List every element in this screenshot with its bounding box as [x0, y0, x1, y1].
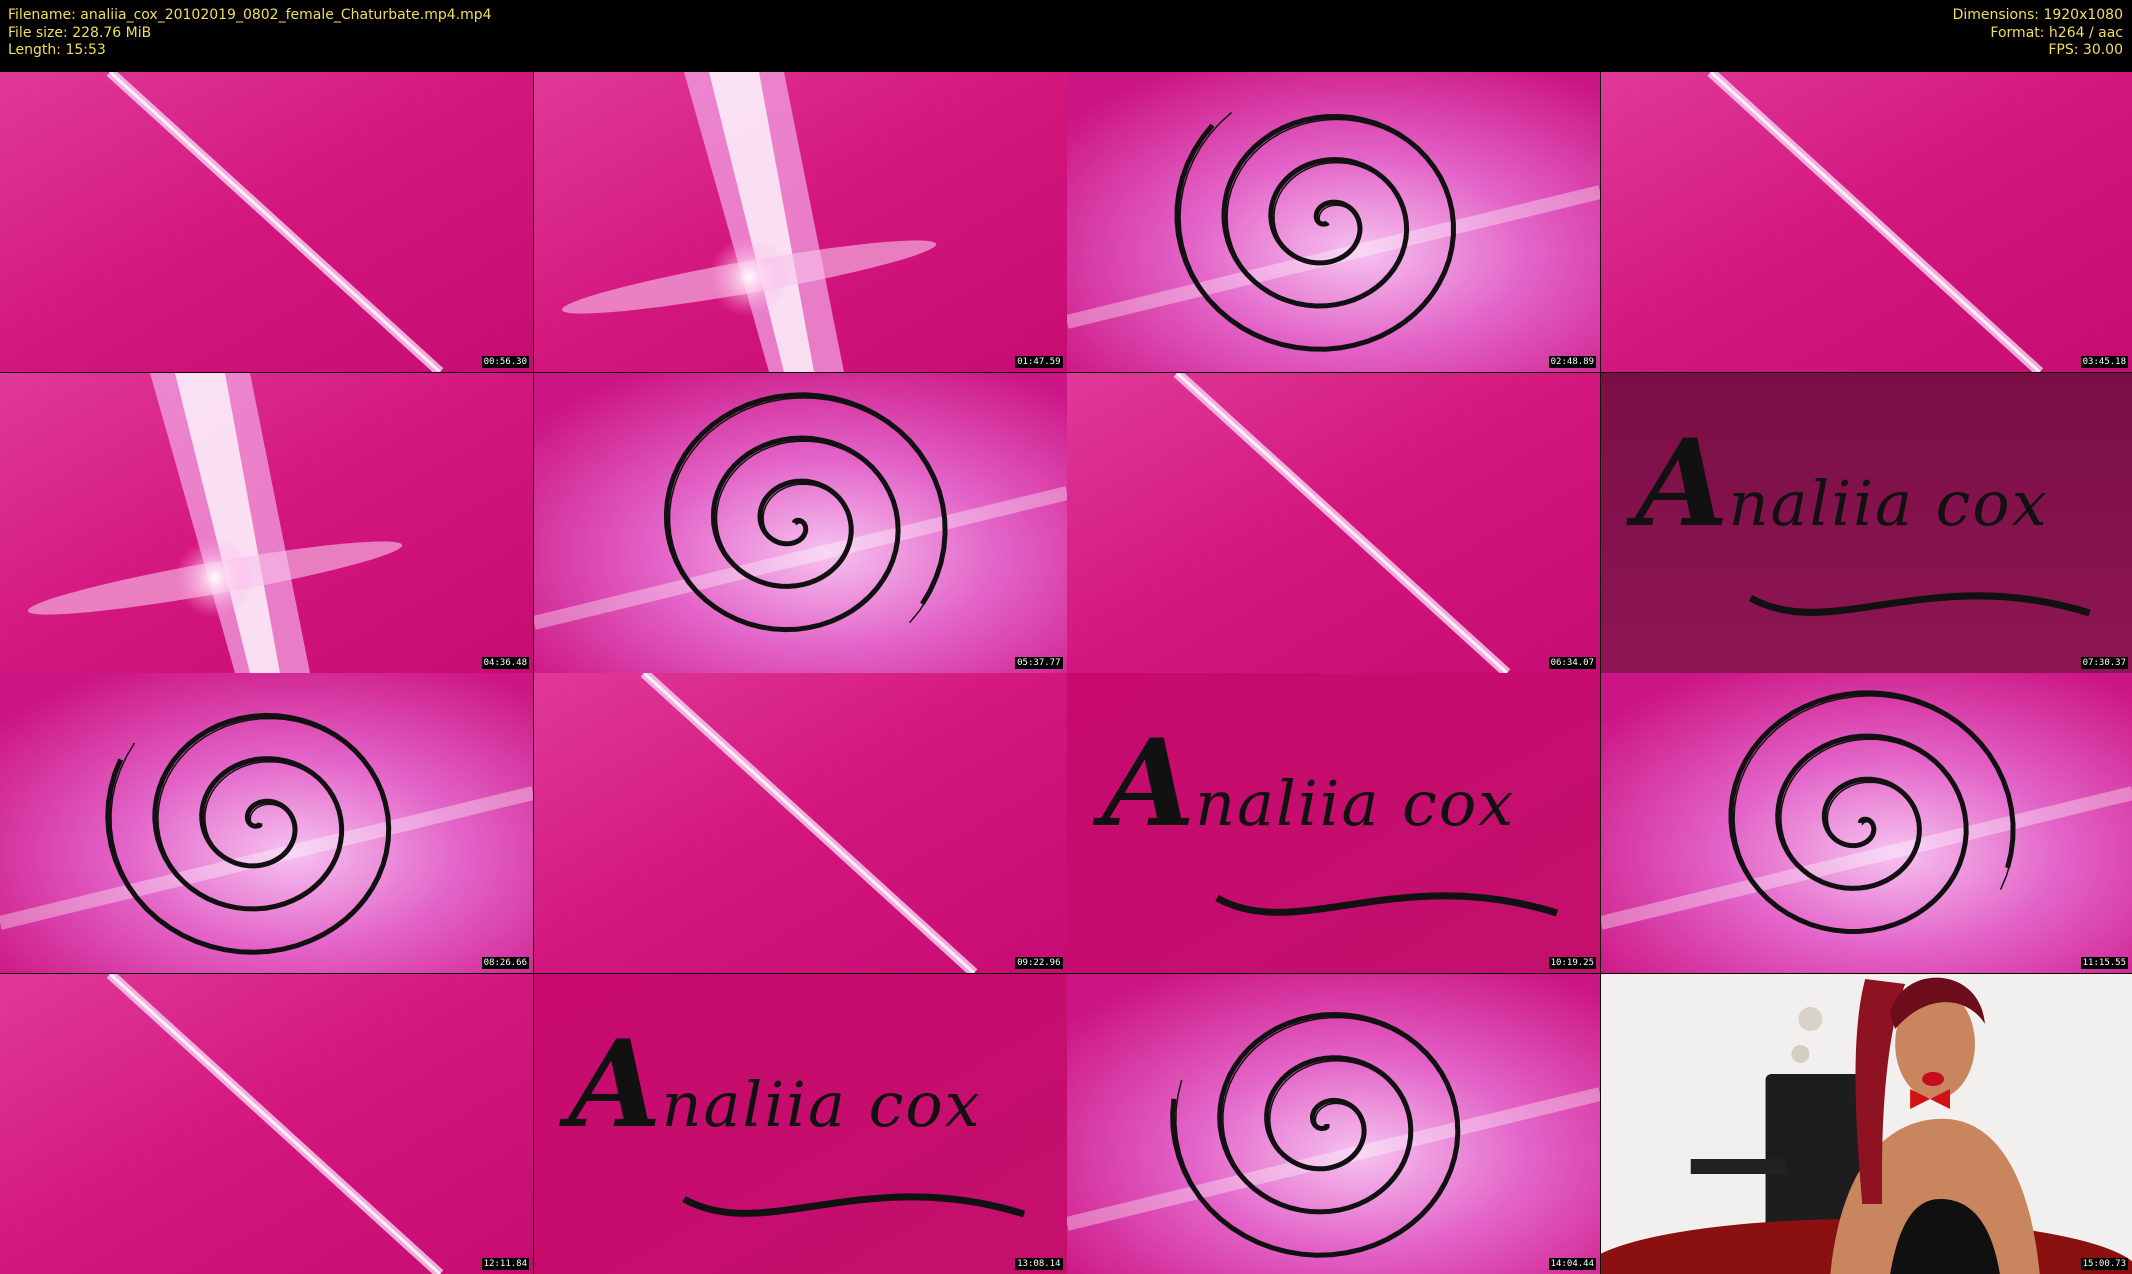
timestamp-label: 12:11.84 [481, 1257, 529, 1270]
thumbnail-image [1600, 973, 2132, 1274]
thumbnail-tile: 03:45.18 [1600, 72, 2132, 372]
timestamp-label: 00:56.30 [481, 356, 529, 368]
thumbnail-tile: 00:56.30 [0, 72, 533, 372]
format-text: Format: h264 / aac [1990, 24, 2123, 41]
logo-initial: A [568, 1013, 662, 1155]
thumbnail-image [1600, 673, 2132, 973]
timestamp-label: 04:36.48 [481, 656, 529, 669]
channel-logo: Analiia cox [1636, 413, 2049, 554]
thumbnail-image [0, 673, 533, 973]
thumbnail-tile: Analiia cox 13:08.14 [533, 973, 1067, 1274]
thumbnail-tile: 06:34.07 [1067, 372, 1600, 673]
thumbnail-image [533, 372, 1067, 673]
thumbnail-tile: Analiia cox 10:19.25 [1067, 673, 1600, 973]
thumbnail-image [533, 673, 1067, 973]
timestamp-label: 01:47.59 [1015, 356, 1063, 368]
thumbnail-tile: 12:11.84 [0, 973, 533, 1274]
thumbnail-tile: 14:04.44 [1067, 973, 1600, 1274]
timestamp-label: 13:08.14 [1015, 1257, 1063, 1270]
thumbnail-tile: 11:15.55 [1600, 673, 2132, 973]
timestamp-label: 03:45.18 [2080, 356, 2128, 368]
thumbnail-image [1067, 973, 1600, 1274]
thumbnail-tile: 02:48.89 [1067, 72, 1600, 372]
thumbnail-tile: Analiia cox 07:30.37 [1600, 372, 2132, 673]
timestamp-label: 10:19.25 [1548, 957, 1596, 969]
timestamp-label: 09:22.96 [1015, 957, 1063, 969]
timestamp-label: 02:48.89 [1548, 356, 1596, 368]
timestamp-label: 08:26.66 [481, 957, 529, 969]
thumbnail-tile: 01:47.59 [533, 72, 1067, 372]
thumbnail-grid: 00:56.30 01:47.59 02:48.89 03:45.18 04:3… [0, 72, 2132, 1274]
thumbnail-tile: 15:00.73 [1600, 973, 2132, 1274]
thumbnail-image [0, 372, 533, 673]
timestamp-label: 11:15.55 [2080, 957, 2128, 969]
timestamp-label: 15:00.73 [2080, 1257, 2128, 1270]
thumbnail-tile: 08:26.66 [0, 673, 533, 973]
thumbnail-tile: 09:22.96 [533, 673, 1067, 973]
info-header: Filename: analiia_cox_20102019_0802_fema… [0, 0, 2132, 72]
logo-initial: A [1102, 713, 1196, 854]
length-text: Length: 15:53 [8, 42, 106, 58]
thumbnail-tile: 05:37.77 [533, 372, 1067, 673]
logo-name: naliia cox [1195, 767, 1516, 840]
filesize-text: File size: 228.76 MiB [8, 24, 152, 41]
file-info: Filename: analiia_cox_20102019_0802_fema… [8, 7, 492, 60]
thumbnail-image [0, 973, 533, 1274]
thumbnail-image [1600, 72, 2132, 372]
filename-text: Filename: analiia_cox_20102019_0802_fema… [8, 7, 492, 23]
logo-initial: A [1635, 412, 1729, 554]
logo-name: naliia cox [661, 1067, 982, 1141]
timestamp-label: 07:30.37 [2080, 656, 2128, 669]
timestamp-label: 05:37.77 [1015, 656, 1063, 669]
video-info: Dimensions: 1920x1080 Format: h264 / aac… [1953, 7, 2123, 60]
logo-name: naliia cox [1728, 466, 2049, 540]
channel-logo: Analiia cox [569, 1014, 982, 1155]
dimensions-text: Dimensions: 1920x1080 [1952, 7, 2123, 23]
thumbnail-image [1067, 72, 1600, 372]
thumbnail-image [0, 72, 533, 372]
timestamp-label: 06:34.07 [1548, 656, 1596, 669]
thumbnail-image [1067, 372, 1600, 673]
thumbnail-tile: 04:36.48 [0, 372, 533, 673]
thumbnail-image [533, 72, 1067, 372]
channel-logo: Analiia cox [1102, 713, 1515, 854]
timestamp-label: 14:04.44 [1548, 1257, 1596, 1270]
fps-text: FPS: 30.00 [2048, 42, 2123, 58]
